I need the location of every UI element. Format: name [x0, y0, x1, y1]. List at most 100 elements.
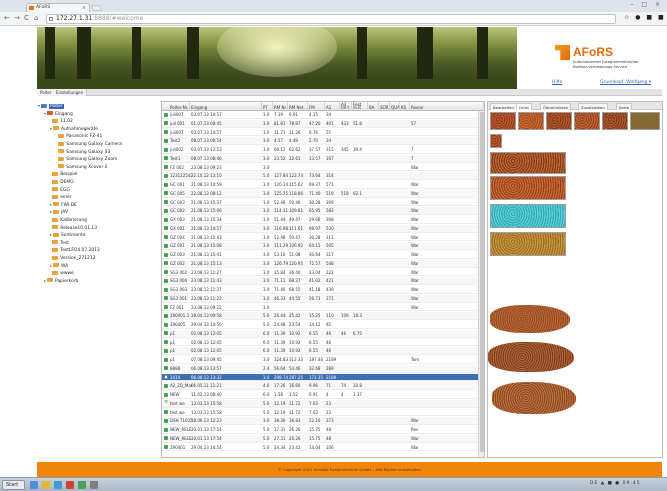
table-row[interactable]: juli 001 01.07.13 08:45 3.0 81.81 78.87 47.20…: [162, 119, 478, 128]
table-row[interactable]: juli007 03.07.13 14:57 3.0 7.19 6.91 4.15 34: [162, 111, 478, 119]
table-row[interactable]: GC 002 21.08.13 15:06 3.0 114.31 109.81 65.95…: [162, 207, 478, 215]
tree-expand-icon[interactable]: [56, 164, 57, 169]
table-row[interactable]: GC 005 22.08.13 08:12 3.0 125.75 118.86 71.40…: [162, 189, 478, 198]
forward-icon[interactable]: →: [14, 14, 20, 23]
column-header[interactable]: A1: [325, 102, 340, 111]
table-row[interactable]: p1 07.08.13 09:45 3.0 324.83 312.33 187.40 218…: [162, 356, 478, 364]
tree-node[interactable]: Version_271212: [50, 254, 95, 261]
table-row[interactable]: GZ 003 21.08.13 15:41 3.0 53.10 51.08 30.64 31…: [162, 251, 478, 259]
tree-expand-icon[interactable]: [50, 179, 51, 184]
table-row[interactable]: GC 003 21.08.13 15:37 3.0 52.48 50.46 30.28 30…: [162, 199, 478, 207]
app-icon[interactable]: [90, 481, 98, 489]
table-row[interactable]: GC 001 21.08.13 14:59 3.0 120.14 115.62 69.37…: [162, 181, 478, 189]
tree-node[interactable]: Samsung Galaxy S3: [56, 148, 110, 155]
table-row[interactable]: p1 02.08.13 12:05 6.0 11.39 10.92 6.55 46: [162, 347, 478, 355]
tree-node[interactable]: ▾ Eingang: [44, 110, 73, 117]
tree-expand-icon[interactable]: [50, 255, 51, 260]
table-row[interactable]: GZ 001 21.08.13 15:08 3.0 111.29 106.92 64.15…: [162, 242, 478, 250]
tree-node[interactable]: ▾ Polter: [38, 102, 64, 109]
table-row[interactable]: 280401.3 28.04.13 09:58 5.0 26.44 25.42 15.25…: [162, 312, 478, 320]
tree-expand-icon[interactable]: [50, 225, 51, 230]
help-link[interactable]: Hilfe: [552, 80, 562, 85]
table-scrollbar[interactable]: [478, 111, 484, 457]
column-header[interactable]: SOR: [379, 102, 390, 111]
tree-node[interactable]: EGG: [50, 186, 70, 193]
table-row[interactable]: 290401 29.04.13 14:54 5.0 24.34 23.41 14.04 10…: [162, 444, 478, 452]
tree-node[interactable]: Samsung Galaxy Camera: [56, 140, 122, 147]
table-row[interactable]: FZ 001 23.08.13 09:22 3.0 War: [162, 304, 478, 312]
system-tray[interactable]: DE ▲ ■ ● 09:45: [590, 481, 641, 486]
photo-thumbnail[interactable]: [490, 134, 502, 148]
tree-node[interactable]: Release10.01.13: [50, 224, 97, 231]
tree-expand-icon[interactable]: ▸: [50, 232, 52, 237]
table-row[interactable]: SG3 002 23.08.13 11:27 3.0 35.84 36.40 23.04 2…: [162, 269, 478, 277]
table-row[interactable]: juli002 03.07.13 12:53 3.0 66.12 62.62 37.57 3…: [162, 146, 478, 154]
tab-karte[interactable]: Karte: [616, 103, 633, 110]
tree-node[interactable]: 11.02: [50, 117, 73, 124]
table-row[interactable]: SG3 004 23.08.13 11:43 3.0 71.11 68.37 41.02 4…: [162, 277, 478, 285]
explorer-icon[interactable]: [42, 481, 50, 489]
table-row[interactable]: FZ 002 23.08.13 09:23 3.0 War: [162, 164, 478, 172]
column-header[interactable]: RM Net.: [288, 102, 308, 111]
photo-thumbnail[interactable]: [546, 112, 572, 130]
tab-zusatzdaten[interactable]: Zusatzdaten: [578, 103, 608, 110]
tree-node[interactable]: ▸ JAV: [50, 208, 68, 215]
tree-expand-icon[interactable]: [50, 118, 51, 123]
tree-node[interactable]: ▾ Aufnahmegeräte: [50, 125, 98, 132]
tree-node[interactable]: ▸ FWI-DE: [50, 201, 77, 208]
tree-node[interactable]: Panasonic FZ-41: [56, 132, 102, 139]
tree-expand-icon[interactable]: [50, 171, 51, 176]
photo-thumbnail[interactable]: [490, 232, 566, 256]
ie-icon[interactable]: [30, 481, 38, 489]
tree-expand-icon[interactable]: [56, 156, 57, 161]
table-row[interactable]: 8888 06.08.13 13:57 2.4 56.64 54.46 32.68 289: [162, 364, 478, 373]
photo-thumbnail[interactable]: [574, 112, 600, 130]
table-row[interactable]: p1 02.08.13 12:05 6.0 11.39 10.92 6.55 46: [162, 339, 478, 347]
tree-expand-icon[interactable]: ▸: [50, 263, 52, 268]
table-row[interactable]: NEW_RELEAS10.01.13 17:54 5.0 27.3126.26 15.…: [162, 426, 478, 434]
tree-node[interactable]: TestLFO4.07.2013: [50, 246, 100, 253]
photo-thumbnail[interactable]: [490, 152, 566, 174]
tree-node[interactable]: einer: [50, 193, 72, 200]
table-row[interactable]: test.we 13.03.13 15:58 5.0 12.19 11.72 7.03 23: [162, 409, 478, 417]
table-row[interactable]: NEW_RELEAS10.01.13 17:54 5.0 27.3126.26 15.…: [162, 434, 478, 443]
tree-expand-icon[interactable]: [50, 194, 51, 199]
table-row[interactable]: NEW 11.02.13 08:40 6.0 1.58 1.52 0.91 4 4 1.37: [162, 391, 478, 399]
table-row[interactable]: GZ 004 21.08.13 15:43 3.0 52.48 50.47 30.28 31…: [162, 234, 478, 242]
tree-node[interactable]: wwwe: [50, 269, 74, 276]
excel-icon[interactable]: [78, 481, 86, 489]
tree-expand-icon[interactable]: [50, 187, 51, 192]
menu-settings[interactable]: Einstellungen: [53, 89, 88, 96]
table-row[interactable]: SG3 003 23.08.13 11:37 3.0 71.40 68.55 41.18 4…: [162, 286, 478, 294]
table-row[interactable]: GX 003 21.08.13 15:34 3.0 51.44 49.47 29.68 30…: [162, 216, 478, 224]
table-row[interactable]: juli007 03.07.13 14:57 3.0 11.71 11.26 6.76 55: [162, 129, 478, 137]
tree-collapse-icon[interactable]: ▾: [44, 111, 46, 116]
column-header[interactable]: Polter-Nr.: [169, 102, 190, 111]
column-header[interactable]: Revier: [410, 102, 484, 111]
tree-expand-icon[interactable]: ▸: [50, 202, 52, 207]
tree-expand-icon[interactable]: ▸: [44, 278, 46, 283]
table-row[interactable]: 1231225435422.10.12 13:10 5.0 127.84122.74…: [162, 172, 478, 180]
home-icon[interactable]: ⌂: [34, 14, 38, 23]
tree-collapse-icon[interactable]: ▾: [50, 126, 52, 131]
tab-close-icon[interactable]: ×: [82, 4, 86, 12]
table-row[interactable]: ≡ test we 13.03.13 15:58 5.0 12.19 11.72 7.03 2…: [162, 399, 478, 408]
start-button[interactable]: Start: [2, 480, 25, 490]
tree-node[interactable]: ▸ Papierkorb: [44, 277, 78, 284]
tab-bearbeiten[interactable]: Bearbeiten: [490, 103, 517, 110]
reload-icon[interactable]: C: [24, 14, 29, 23]
new-tab-button[interactable]: [90, 5, 103, 11]
address-bar[interactable]: 172.27.1.31:8888/#welcome: [46, 14, 616, 24]
user-menu-link[interactable]: Gruenkopf, Wolfgang ▾: [600, 80, 651, 85]
tree-expand-icon[interactable]: [56, 133, 57, 138]
tab-fotos[interactable]: Fotos: [516, 103, 533, 110]
tree-node[interactable]: Kalibrierung: [50, 216, 87, 223]
table-row[interactable]: Test2 08.07.13 08:54 3.0 4.57 4.49 2.70 34: [162, 137, 478, 145]
extension-icons[interactable]: ☆ ● ■ ■: [624, 14, 666, 21]
photo-thumbnail[interactable]: [490, 176, 566, 200]
tree-expand-icon[interactable]: [56, 141, 57, 146]
table-row[interactable]: A2_2D_Marker06.05.11 11:21 4.0 17.2616.60 9…: [162, 382, 478, 390]
back-icon[interactable]: ←: [4, 14, 10, 23]
column-header[interactable]: QUA: [390, 102, 400, 111]
tree-node[interactable]: ▸ Sortimente: [50, 231, 85, 238]
